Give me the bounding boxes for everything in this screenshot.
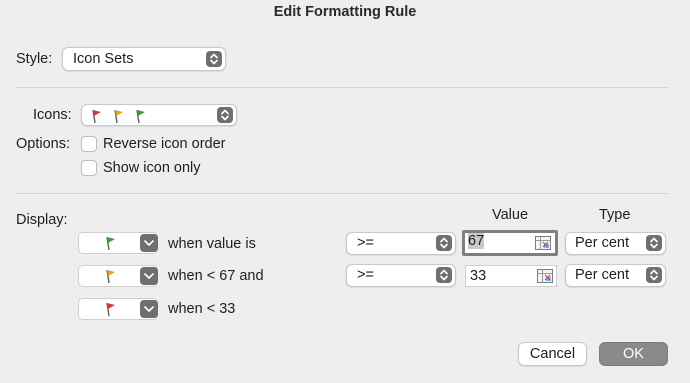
rule-3-icon-popup[interactable] (78, 298, 158, 320)
separator (16, 87, 668, 88)
icons-popup[interactable] (81, 104, 237, 126)
updown-chevron-icon (206, 51, 222, 67)
updown-chevron-icon (436, 235, 452, 251)
type-column-header: Type (599, 207, 631, 223)
red-flag-icon (104, 301, 118, 320)
style-popup[interactable]: Icon Sets (62, 47, 226, 71)
rule-3-condition: when < 33 (168, 301, 236, 317)
rule-1-condition: when value is (168, 236, 256, 252)
cancel-button[interactable]: Cancel (518, 342, 587, 366)
rule-1-value-field[interactable]: 67 (462, 230, 558, 256)
yellow-flag-icon (104, 268, 118, 287)
rule-1-type-popup[interactable]: Per cent (565, 232, 666, 255)
style-value: Icon Sets (73, 51, 134, 67)
show-icon-only-label: Show icon only (103, 160, 201, 176)
style-label: Style: (16, 51, 53, 67)
rule-2-type: Per cent (575, 267, 629, 283)
red-flag-icon (90, 108, 104, 127)
ok-button[interactable]: OK (599, 342, 668, 366)
dialog-title: Edit Formatting Rule (273, 4, 417, 20)
rule-1-type: Per cent (575, 235, 629, 251)
rule-2-value-field[interactable]: 33 (465, 265, 557, 287)
chevron-down-icon (140, 267, 158, 285)
updown-chevron-icon (646, 235, 662, 251)
display-label: Display: (16, 212, 68, 228)
show-icon-only-checkbox[interactable] (81, 160, 97, 176)
rule-2-type-popup[interactable]: Per cent (565, 264, 666, 287)
value-column-header: Value (492, 207, 529, 223)
rule-1-operator: >= (357, 235, 374, 251)
rule-2-value: 33 (470, 268, 487, 284)
icons-label: Icons: (33, 107, 72, 123)
reverse-icon-order-checkbox[interactable] (81, 136, 97, 152)
updown-chevron-icon (646, 267, 662, 283)
yellow-flag-icon (112, 108, 126, 127)
updown-chevron-icon (436, 267, 452, 283)
green-flag-icon (104, 235, 118, 254)
rule-1-value: 67 (468, 233, 485, 249)
rule-1-icon-popup[interactable] (78, 232, 158, 254)
cell-reference-icon[interactable] (535, 236, 551, 250)
updown-chevron-icon (217, 107, 233, 123)
separator (16, 193, 668, 194)
reverse-icon-order-label: Reverse icon order (103, 136, 226, 152)
rule-2-operator: >= (357, 267, 374, 283)
chevron-down-icon (140, 300, 158, 318)
rule-2-icon-popup[interactable] (78, 265, 158, 287)
rule-1-operator-popup[interactable]: >= (346, 232, 456, 255)
rule-2-condition: when < 67 and (168, 268, 264, 284)
green-flag-icon (134, 108, 148, 127)
rule-2-operator-popup[interactable]: >= (346, 264, 456, 287)
options-label: Options: (16, 136, 70, 152)
chevron-down-icon (140, 234, 158, 252)
cell-reference-icon[interactable] (537, 269, 553, 283)
